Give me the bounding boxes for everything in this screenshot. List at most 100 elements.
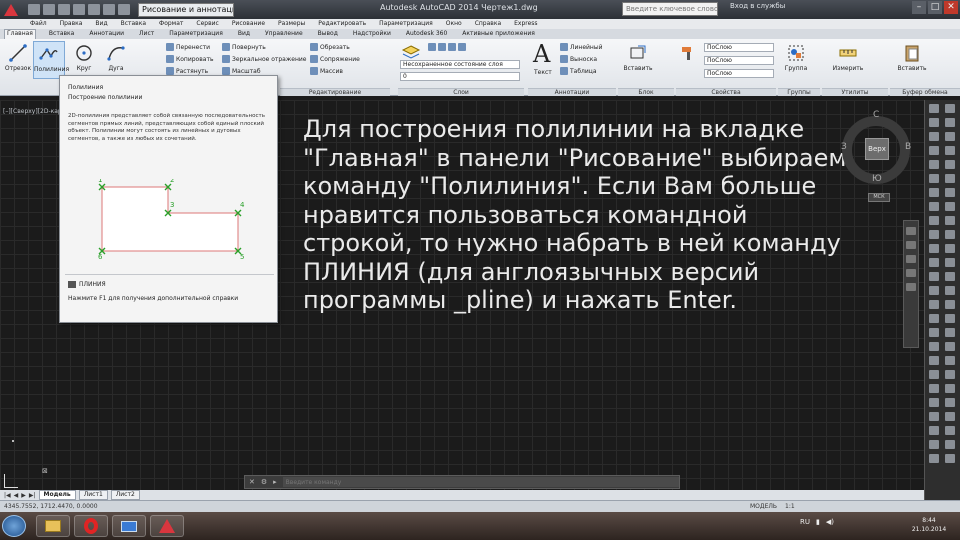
lineweight-combo[interactable]: ПоСлою bbox=[704, 69, 774, 78]
palette-tool-icon[interactable] bbox=[945, 146, 955, 155]
clipboard-panel-title[interactable]: Буфер обмена bbox=[890, 88, 960, 96]
palette-tool-icon[interactable] bbox=[929, 370, 939, 379]
menu-item[interactable]: Параметризация bbox=[379, 19, 433, 29]
compass-north[interactable]: С bbox=[873, 110, 879, 120]
palette-tool-icon[interactable] bbox=[945, 370, 955, 379]
fillet-button[interactable]: Сопряжение bbox=[310, 55, 360, 63]
annotation-panel-title[interactable]: Аннотации bbox=[528, 88, 616, 96]
taskbar-opera[interactable] bbox=[74, 515, 108, 537]
copy-button[interactable]: Копировать bbox=[166, 55, 213, 63]
undo-icon[interactable] bbox=[103, 4, 115, 15]
palette-tool-icon[interactable] bbox=[945, 216, 955, 225]
ribbon-tab[interactable]: Главная bbox=[4, 29, 36, 39]
next-tab-icon[interactable]: ▶ bbox=[21, 492, 26, 499]
plot-icon[interactable] bbox=[88, 4, 100, 15]
palette-tool-icon[interactable] bbox=[945, 104, 955, 113]
rotate-button[interactable]: Повернуть bbox=[222, 43, 266, 51]
palette-tool-icon[interactable] bbox=[945, 132, 955, 141]
modify-panel-title[interactable]: Редактирование bbox=[280, 88, 390, 96]
palette-tool-icon[interactable] bbox=[945, 440, 955, 449]
palette-tool-icon[interactable] bbox=[929, 412, 939, 421]
palette-tool-icon[interactable] bbox=[945, 328, 955, 337]
help-search-input[interactable]: Введите ключевое слово/фразу bbox=[622, 2, 718, 16]
menu-item[interactable]: Вид bbox=[95, 19, 107, 29]
compass-south[interactable]: Ю bbox=[872, 174, 882, 184]
palette-tool-icon[interactable] bbox=[929, 314, 939, 323]
current-layer-combo[interactable]: 0 bbox=[400, 72, 520, 81]
tab-sheet2[interactable]: Лист2 bbox=[110, 490, 140, 500]
block-panel-title[interactable]: Блок bbox=[618, 88, 674, 96]
table-button[interactable]: Таблица bbox=[560, 67, 597, 75]
text-label[interactable]: Текст bbox=[534, 69, 552, 76]
palette-tool-icon[interactable] bbox=[945, 188, 955, 197]
trim-button[interactable]: Обрезать bbox=[310, 43, 350, 51]
utilities-panel-title[interactable]: Утилиты bbox=[822, 88, 888, 96]
new-file-icon[interactable] bbox=[28, 4, 40, 15]
wcs-menu-button[interactable]: МСК bbox=[868, 193, 890, 202]
ribbon-tab[interactable]: Вид bbox=[236, 29, 252, 39]
workspace-dropdown[interactable]: Рисование и аннотации bbox=[138, 2, 234, 17]
arc-button[interactable]: Дуга bbox=[100, 41, 132, 79]
layer-tools-row[interactable] bbox=[428, 43, 466, 51]
prev-tab-icon[interactable]: ◀ bbox=[14, 492, 19, 499]
tab-model[interactable]: Модель bbox=[38, 490, 76, 500]
layers-panel-title[interactable]: Слои bbox=[398, 88, 524, 96]
menu-item[interactable]: Формат bbox=[159, 19, 183, 29]
taskbar-autocad[interactable] bbox=[150, 515, 184, 537]
palette-tool-icon[interactable] bbox=[929, 300, 939, 309]
color-combo[interactable]: ПоСлою bbox=[704, 43, 774, 52]
palette-tool-icon[interactable] bbox=[929, 188, 939, 197]
annotation-scale[interactable]: 1:1 bbox=[785, 503, 795, 510]
open-file-icon[interactable] bbox=[43, 4, 55, 15]
palette-tool-icon[interactable] bbox=[929, 216, 939, 225]
palette-tool-icon[interactable] bbox=[929, 104, 939, 113]
network-icon[interactable]: ▮ bbox=[816, 518, 820, 526]
palette-tool-icon[interactable] bbox=[929, 286, 939, 295]
palette-tool-icon[interactable] bbox=[945, 258, 955, 267]
polyline-button[interactable]: Полилиния bbox=[33, 41, 69, 79]
menu-item[interactable]: Вставка bbox=[121, 19, 146, 29]
palette-tool-icon[interactable] bbox=[929, 244, 939, 253]
start-button[interactable] bbox=[2, 515, 26, 537]
model-space-toggle[interactable]: МОДЕЛЬ bbox=[750, 503, 777, 510]
first-tab-icon[interactable]: |◀ bbox=[4, 492, 11, 499]
mirror-button[interactable]: Зеркальное отражение bbox=[222, 55, 306, 63]
linear-dim-button[interactable]: Линейный bbox=[560, 43, 602, 51]
ribbon-tab[interactable]: Вывод bbox=[316, 29, 340, 39]
palette-tool-icon[interactable] bbox=[945, 314, 955, 323]
linetype-combo[interactable]: ПоСлою bbox=[704, 56, 774, 65]
zoom-icon[interactable] bbox=[906, 255, 916, 263]
application-menu-button[interactable] bbox=[0, 0, 22, 19]
menu-item[interactable]: Файл bbox=[30, 19, 47, 29]
palette-tool-icon[interactable] bbox=[929, 118, 939, 127]
language-indicator[interactable]: RU bbox=[800, 518, 810, 526]
match-properties-button[interactable] bbox=[676, 41, 700, 79]
palette-tool-icon[interactable] bbox=[929, 272, 939, 281]
palette-tool-icon[interactable] bbox=[929, 132, 939, 141]
last-tab-icon[interactable]: ▶| bbox=[29, 492, 36, 499]
leader-button[interactable]: Выноска bbox=[560, 55, 597, 63]
compass-west[interactable]: З bbox=[841, 142, 847, 152]
array-button[interactable]: Массив bbox=[310, 67, 343, 75]
ribbon-tab[interactable]: Управление bbox=[263, 29, 305, 39]
save-as-icon[interactable] bbox=[73, 4, 85, 15]
palette-tool-icon[interactable] bbox=[945, 272, 955, 281]
palette-tool-icon[interactable] bbox=[945, 356, 955, 365]
viewcube-top-face[interactable]: Верх bbox=[865, 138, 889, 160]
palette-tool-icon[interactable] bbox=[929, 146, 939, 155]
showmotion-icon[interactable] bbox=[906, 283, 916, 291]
ribbon-tab[interactable]: Активные приложения bbox=[460, 29, 537, 39]
insert-block-button[interactable]: Вставить bbox=[622, 41, 654, 79]
minimize-button[interactable]: – bbox=[912, 1, 926, 14]
pan-icon[interactable] bbox=[906, 241, 916, 249]
scale-button[interactable]: Масштаб bbox=[222, 67, 261, 75]
palette-tool-icon[interactable] bbox=[945, 342, 955, 351]
signin-label[interactable]: Вход в службы bbox=[730, 2, 785, 10]
signin-area[interactable]: Вход в службы bbox=[730, 2, 785, 10]
palette-tool-icon[interactable] bbox=[929, 174, 939, 183]
system-clock[interactable]: 8:44 21.10.2014 bbox=[904, 516, 954, 534]
wrench-icon[interactable]: ⚙ bbox=[261, 478, 267, 486]
palette-tool-icon[interactable] bbox=[945, 384, 955, 393]
palette-tool-icon[interactable] bbox=[945, 118, 955, 127]
layer-state-combo[interactable]: Несохраненное состояние слоя bbox=[400, 60, 520, 69]
